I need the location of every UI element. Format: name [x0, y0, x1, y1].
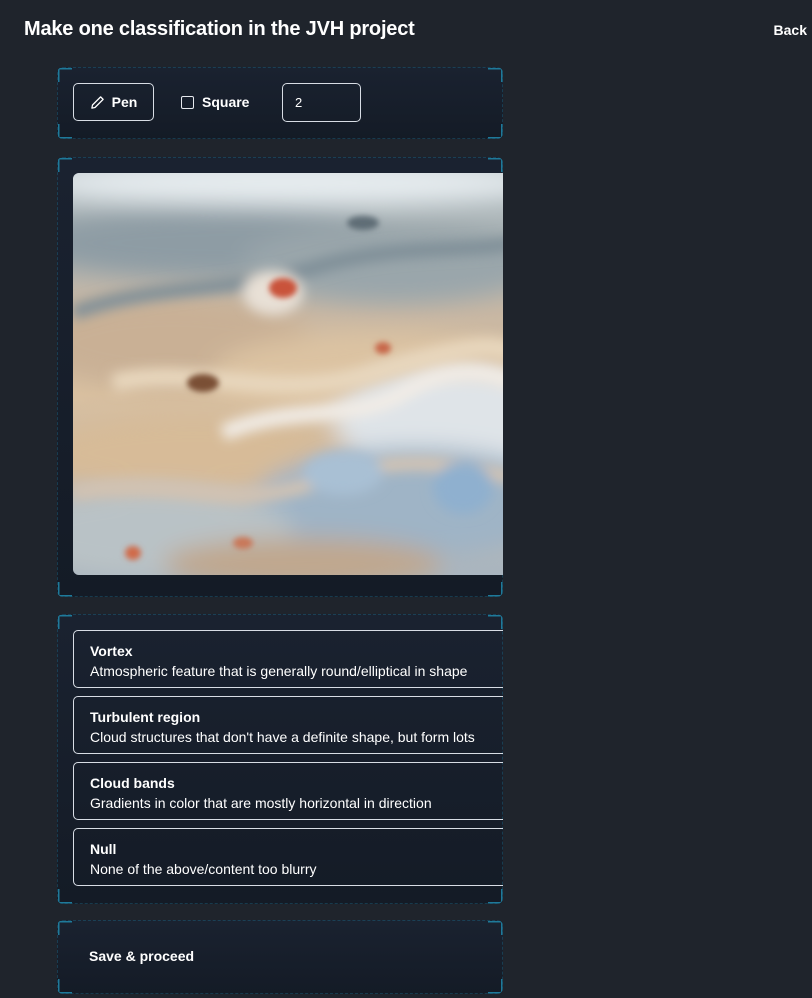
pencil-icon	[90, 95, 105, 110]
option-title: Null	[90, 841, 117, 857]
save-proceed-button[interactable]: Save & proceed	[89, 948, 194, 964]
option-title: Cloud bands	[90, 775, 175, 791]
save-panel: Save & proceed	[57, 920, 503, 994]
option-title: Turbulent region	[90, 709, 201, 725]
square-toggle[interactable]: Square	[181, 94, 249, 110]
option-title: Vortex	[90, 643, 133, 659]
option-turbulent-region[interactable]: Turbulent region Cloud structures that d…	[73, 696, 503, 754]
pen-button[interactable]: Pen	[73, 83, 154, 121]
option-description: Gradients in color that are mostly horiz…	[90, 795, 432, 811]
drawing-toolbar: Pen Square	[57, 67, 503, 139]
square-checkbox[interactable]	[181, 95, 194, 109]
image-panel	[57, 157, 503, 597]
classification-options: Vortex Atmospheric feature that is gener…	[57, 614, 503, 904]
option-vortex[interactable]: Vortex Atmospheric feature that is gener…	[73, 630, 503, 688]
option-description: Atmospheric feature that is generally ro…	[90, 663, 468, 679]
option-null[interactable]: Null None of the above/content too blurr…	[73, 828, 503, 886]
pen-button-label: Pen	[111, 94, 138, 110]
option-cloud-bands[interactable]: Cloud bands Gradients in color that are …	[73, 762, 503, 820]
page-title: Make one classification in the JVH proje…	[24, 18, 415, 40]
back-link[interactable]: Back	[774, 22, 807, 38]
jupiter-image[interactable]	[73, 173, 503, 575]
option-description: Cloud structures that don't have a defin…	[90, 729, 475, 745]
brush-size-input[interactable]	[282, 83, 361, 122]
option-description: None of the above/content too blurry	[90, 861, 317, 877]
square-toggle-label: Square	[202, 94, 250, 110]
